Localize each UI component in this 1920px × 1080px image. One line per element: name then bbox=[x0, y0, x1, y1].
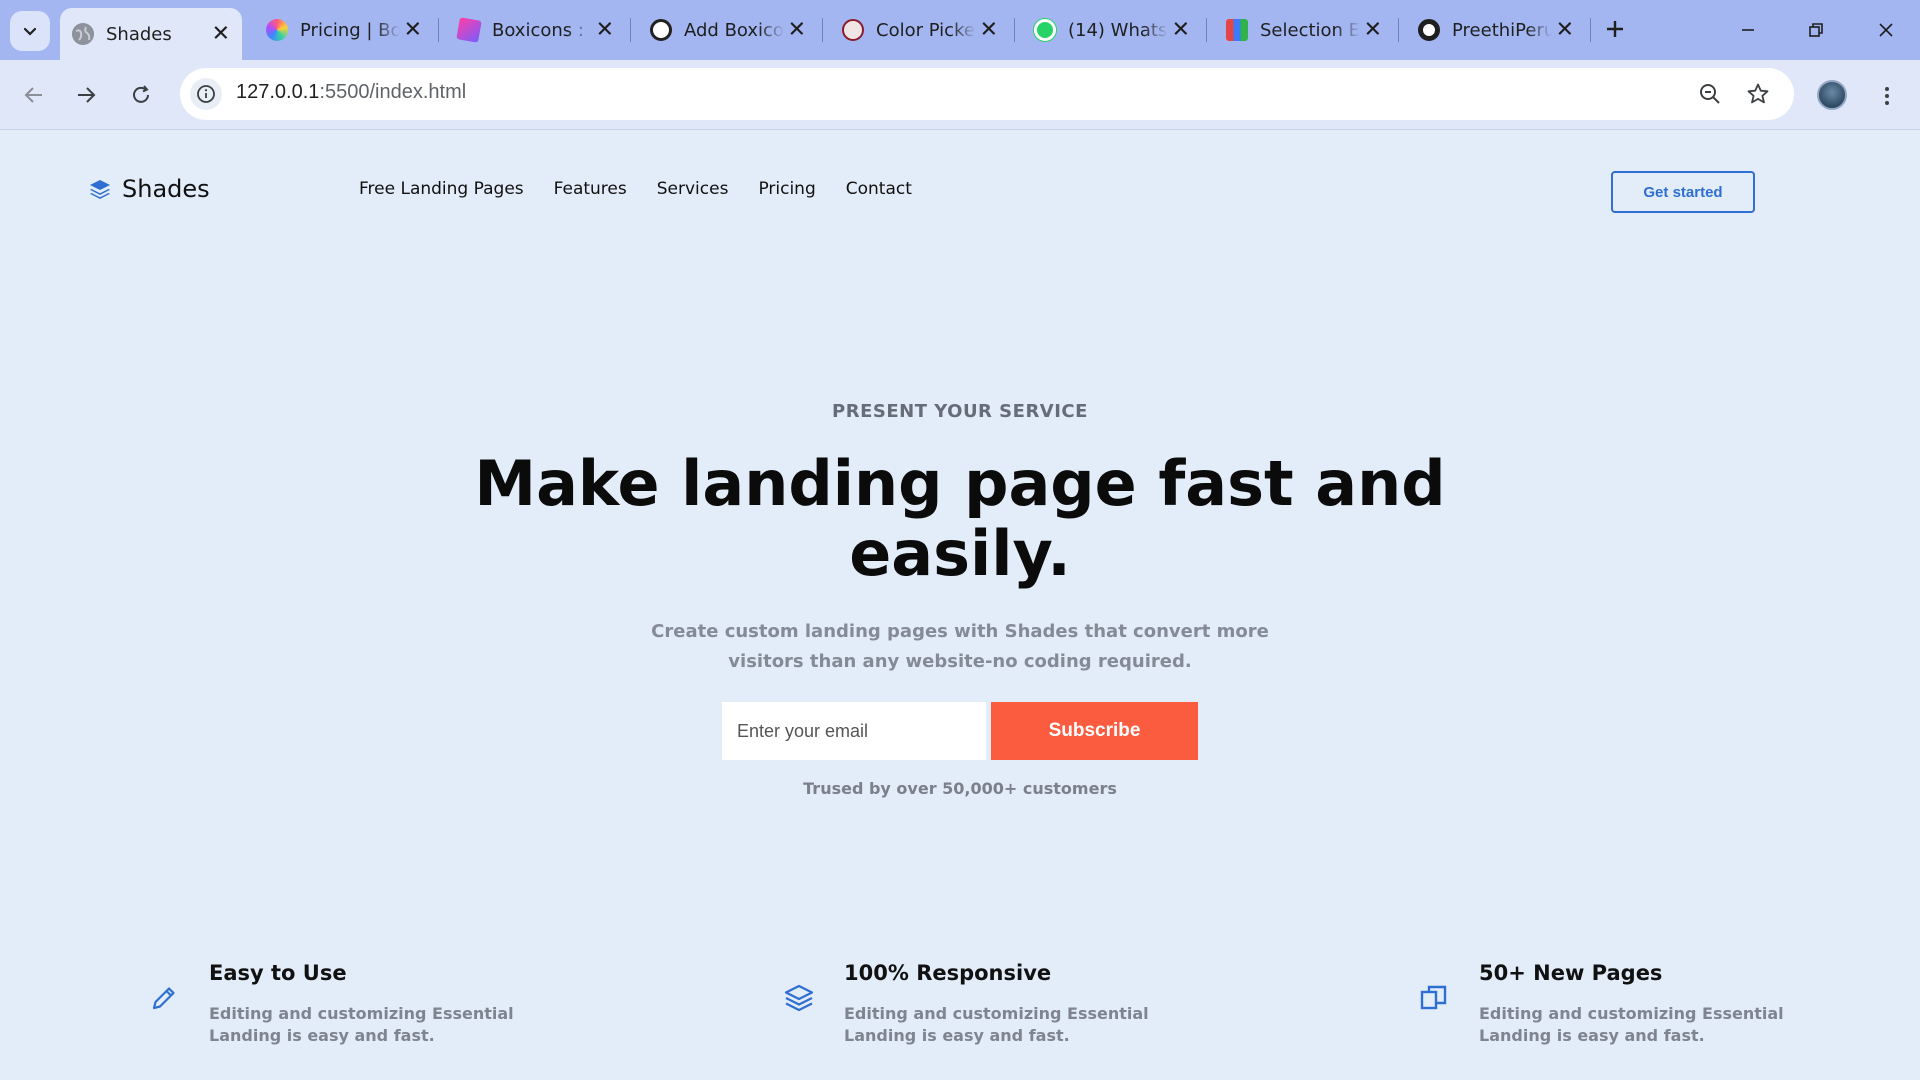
forward-button[interactable] bbox=[66, 75, 106, 115]
pages-icon bbox=[1417, 981, 1451, 1015]
dot bbox=[1885, 101, 1889, 106]
close-icon[interactable]: ✕ bbox=[596, 18, 614, 43]
close-icon bbox=[1879, 23, 1893, 37]
color-picker-logo-icon bbox=[842, 19, 864, 41]
url-path: :5500/index.html bbox=[319, 81, 467, 103]
tab-title: Shades bbox=[106, 23, 172, 45]
tab-strip: Shades ✕ Pricing | Boxy ✕ Boxicons : ✕ A… bbox=[0, 0, 1920, 60]
whatsapp-icon bbox=[1034, 19, 1056, 41]
feature-text: Editing and customizing Essential Landin… bbox=[844, 1004, 1149, 1045]
restore-icon bbox=[1809, 23, 1823, 37]
close-icon[interactable]: ✕ bbox=[1172, 18, 1190, 43]
restore-button[interactable] bbox=[1796, 10, 1836, 50]
tab-selection[interactable]: Selection E ✕ bbox=[1214, 8, 1394, 52]
tab-whatsapp[interactable]: (14) WhatsApp ✕ bbox=[1022, 8, 1202, 52]
browser-toolbar: 127.0.0.1:5500/index.html bbox=[0, 60, 1920, 130]
hero-subtitle: Create custom landing pages with Shades … bbox=[651, 621, 1269, 672]
openai-logo-icon bbox=[650, 19, 672, 41]
info-icon bbox=[197, 85, 215, 103]
hero-eyebrow: PRESENT YOUR SERVICE bbox=[832, 401, 1088, 422]
pencil-icon bbox=[147, 981, 181, 1015]
hero-title: Make landing page fast and easily. bbox=[474, 447, 1446, 590]
tab-search-button[interactable] bbox=[10, 11, 50, 51]
new-tab-button[interactable] bbox=[1598, 12, 1632, 46]
feature-title: 50+ New Pages bbox=[1479, 961, 1663, 985]
feature-text: Editing and customizing Essential Landin… bbox=[209, 1004, 514, 1045]
reload-icon bbox=[133, 85, 149, 103]
minimize-icon bbox=[1742, 29, 1754, 31]
tab-separator bbox=[438, 18, 439, 42]
get-started-button[interactable]: Get started bbox=[1611, 171, 1755, 213]
tab-title: (14) WhatsApp bbox=[1068, 19, 1168, 41]
tab-title: Pricing | Boxy bbox=[300, 19, 400, 41]
back-button[interactable] bbox=[14, 75, 54, 115]
globe-icon bbox=[72, 23, 94, 45]
colorful-logo-icon bbox=[1226, 19, 1248, 41]
tab-title: Selection E bbox=[1260, 19, 1360, 41]
boxicons-logo-icon bbox=[456, 17, 482, 43]
trusted-text: Trused by over 50,000+ customers bbox=[803, 779, 1117, 798]
tab-add-boxicons[interactable]: Add Boxicons ✕ bbox=[638, 8, 818, 52]
arrow-right-icon bbox=[78, 87, 96, 103]
landing-page: Shades Free Landing Pages Features Servi… bbox=[0, 131, 1920, 1080]
close-icon[interactable]: ✕ bbox=[404, 18, 422, 43]
site-info-button[interactable] bbox=[190, 78, 222, 110]
tab-pricing[interactable]: Pricing | Boxy ✕ bbox=[254, 8, 434, 52]
zoom-button[interactable] bbox=[1696, 80, 1724, 108]
nav-pricing[interactable]: Pricing bbox=[758, 179, 815, 199]
tab-title: Add Boxicons bbox=[684, 19, 784, 41]
dot bbox=[1885, 86, 1889, 91]
close-window-button[interactable] bbox=[1866, 10, 1906, 50]
nav-features[interactable]: Features bbox=[554, 179, 627, 199]
chevron-down-icon bbox=[23, 27, 37, 36]
nav-contact[interactable]: Contact bbox=[846, 179, 912, 199]
address-bar[interactable]: 127.0.0.1:5500/index.html bbox=[180, 68, 1794, 120]
tab-boxicons[interactable]: Boxicons : ✕ bbox=[446, 8, 626, 52]
tab-separator bbox=[630, 18, 631, 42]
dot bbox=[1885, 93, 1889, 98]
close-icon[interactable]: ✕ bbox=[1556, 18, 1574, 43]
email-input[interactable] bbox=[722, 702, 986, 760]
zoom-icon bbox=[1700, 84, 1720, 104]
tab-shades[interactable]: Shades ✕ bbox=[60, 8, 242, 60]
tab-github[interactable]: PreethiPerumal ✕ bbox=[1406, 8, 1586, 52]
minimize-button[interactable] bbox=[1728, 10, 1768, 50]
close-icon[interactable]: ✕ bbox=[788, 18, 806, 43]
tab-title: PreethiPerumal bbox=[1452, 19, 1552, 41]
brand-name: Shades bbox=[122, 175, 210, 203]
plus-icon bbox=[1607, 21, 1623, 37]
nav-services[interactable]: Services bbox=[657, 179, 729, 199]
star-icon bbox=[1747, 83, 1769, 104]
site-logo[interactable]: Shades bbox=[88, 175, 210, 203]
nav-free-landing-pages[interactable]: Free Landing Pages bbox=[359, 179, 524, 199]
arrow-left-icon bbox=[24, 87, 42, 103]
layers-logo-icon bbox=[90, 180, 110, 199]
close-icon[interactable]: ✕ bbox=[1364, 18, 1382, 43]
tab-separator bbox=[1014, 18, 1015, 42]
subscribe-button[interactable]: Subscribe bbox=[991, 702, 1198, 760]
close-icon[interactable]: ✕ bbox=[980, 18, 998, 43]
hexagon-logo-icon bbox=[266, 19, 288, 41]
bookmark-button[interactable] bbox=[1744, 80, 1772, 108]
profile-avatar[interactable] bbox=[1817, 80, 1847, 110]
tab-separator bbox=[822, 18, 823, 42]
feature-text: Editing and customizing Essential Landin… bbox=[1479, 1004, 1784, 1045]
tab-title: Color Picker bbox=[876, 19, 976, 41]
url-host: 127.0.0.1 bbox=[236, 81, 320, 103]
main-nav: Free Landing Pages Features Services Pri… bbox=[359, 179, 912, 199]
feature-title: Easy to Use bbox=[209, 961, 347, 985]
tab-separator bbox=[1590, 18, 1591, 42]
feature-title: 100% Responsive bbox=[844, 961, 1052, 985]
close-icon[interactable]: ✕ bbox=[212, 22, 230, 47]
browser-menu-button[interactable] bbox=[1872, 79, 1902, 113]
tab-color-picker[interactable]: Color Picker ✕ bbox=[830, 8, 1010, 52]
tab-title: Boxicons : bbox=[492, 19, 584, 41]
url-text[interactable]: 127.0.0.1:5500/index.html bbox=[236, 81, 466, 104]
reload-button[interactable] bbox=[121, 75, 161, 115]
github-icon bbox=[1418, 19, 1440, 41]
tab-separator bbox=[1398, 18, 1399, 42]
tab-separator bbox=[1206, 18, 1207, 42]
layers-icon bbox=[782, 981, 816, 1015]
